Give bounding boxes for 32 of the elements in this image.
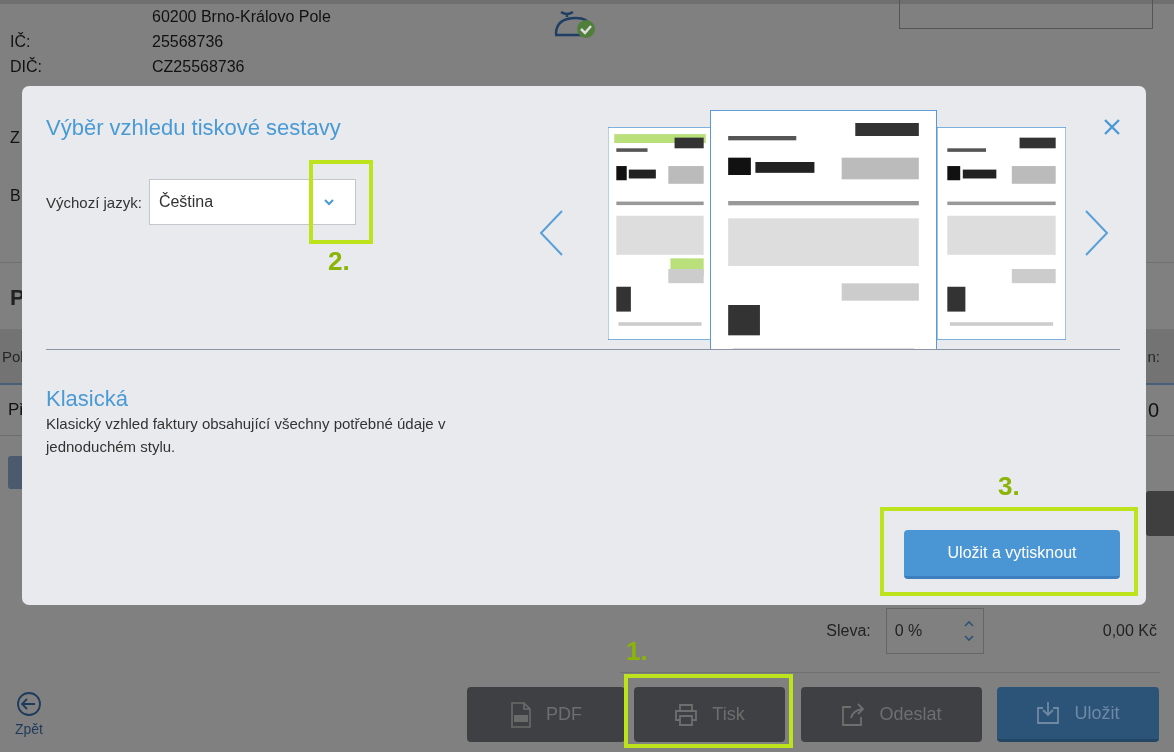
- printer-icon: [674, 703, 699, 726]
- download-icon: [1036, 701, 1061, 725]
- template-description: Klasický vzhled faktury obsahující všechny potřebné údaje v jednoduchém stylu.: [46, 414, 447, 457]
- pdf-file-icon: [510, 701, 532, 728]
- table-cell: 0: [1147, 398, 1159, 422]
- field-value: 25568736: [152, 32, 225, 51]
- field-label: DIČ:: [10, 57, 43, 76]
- language-label: Výchozí jazyk:: [46, 193, 142, 211]
- field-label: Z: [10, 128, 20, 148]
- chevron-left-icon[interactable]: [538, 208, 564, 257]
- step-number: 3.: [998, 471, 1020, 501]
- save-button[interactable]: Uložit: [997, 687, 1159, 742]
- save-and-print-button[interactable]: Uložit a vytisknout: [904, 530, 1120, 579]
- field-value: 60200 Brno-Královo Pole: [152, 7, 332, 26]
- field-value: CZ25568736: [152, 57, 246, 76]
- discount-label: Sleva:: [826, 622, 871, 640]
- chevron-down-icon: [322, 198, 335, 206]
- discount-spinner[interactable]: 0 %: [885, 608, 984, 654]
- input-field[interactable]: [899, 0, 1153, 29]
- share-icon: [841, 702, 866, 727]
- dialog-title: Výběr vzhledu tiskové sestavy: [46, 114, 342, 142]
- chevron-right-icon[interactable]: [1084, 208, 1110, 257]
- step-number: 2.: [328, 246, 350, 276]
- back-button[interactable]: Zpět: [15, 691, 43, 737]
- column-header: n:: [1147, 347, 1160, 365]
- close-icon[interactable]: [1103, 118, 1121, 136]
- total-amount: 0,00 Kč: [1102, 622, 1157, 640]
- template-name: Klasická: [46, 386, 129, 412]
- field-label: IČ:: [10, 32, 32, 51]
- field-label: B: [10, 186, 21, 206]
- step-number: 1.: [626, 636, 648, 666]
- language-select[interactable]: Čeština: [148, 179, 356, 225]
